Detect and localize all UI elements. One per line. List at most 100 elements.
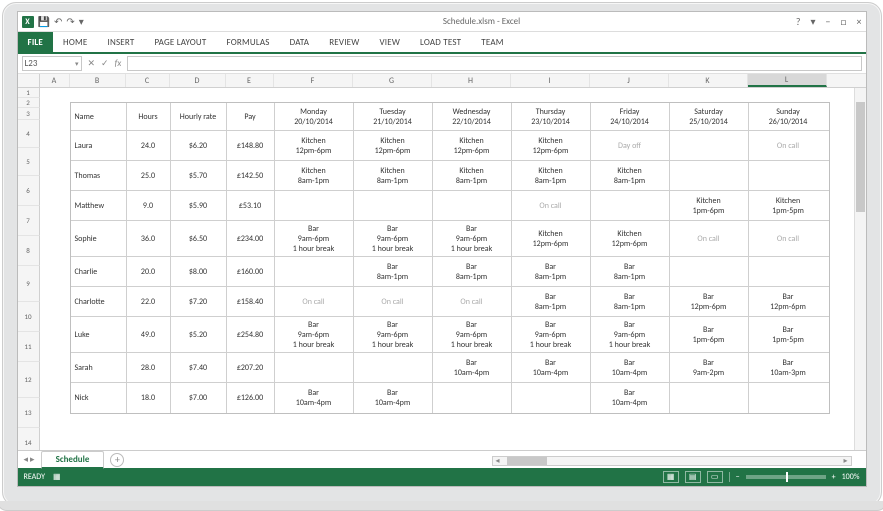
cell-shift[interactable]: Bar10am-4pm [512, 353, 591, 382]
cell-shift[interactable]: Bar8am-1pm [591, 287, 670, 316]
cell-pay[interactable]: £234.00 [227, 221, 275, 256]
cell-shift[interactable]: Bar9am-6pm1 hour break [433, 221, 512, 256]
zoom-slider[interactable] [746, 475, 826, 479]
header-pay[interactable]: Pay [227, 103, 275, 130]
row-header[interactable]: 11 [18, 332, 40, 362]
column-header-h[interactable]: H [432, 74, 511, 87]
tab-insert[interactable]: INSERT [98, 32, 145, 52]
cell-name[interactable]: Thomas [71, 161, 127, 190]
fx-cancel-icon[interactable]: ✕ [88, 58, 96, 69]
sheet-nav-next-icon[interactable]: ▸ [30, 454, 35, 465]
cell-shift[interactable]: On call [275, 287, 354, 316]
cell-hourly-rate[interactable]: $7.40 [171, 353, 227, 382]
cell-shift[interactable]: Bar9am-6pm1 hour break [275, 221, 354, 256]
cell-hours[interactable]: 22.0 [127, 287, 171, 316]
column-header-l[interactable]: L [748, 74, 827, 87]
cell-hourly-rate[interactable]: $5.90 [171, 191, 227, 220]
cell-shift[interactable] [670, 131, 749, 160]
tab-page-layout[interactable]: PAGE LAYOUT [145, 32, 217, 52]
cell-shift[interactable] [670, 257, 749, 286]
cell-shift[interactable]: Bar8am-1pm [354, 257, 433, 286]
tab-formulas[interactable]: FORMULAS [216, 32, 279, 52]
hscroll-thumb[interactable] [507, 457, 547, 465]
cell-hours[interactable]: 25.0 [127, 161, 171, 190]
cell-hourly-rate[interactable]: $7.20 [171, 287, 227, 316]
cell-name[interactable]: Matthew [71, 191, 127, 220]
row-header[interactable]: 4 [18, 120, 40, 148]
cell-hours[interactable]: 49.0 [127, 317, 171, 352]
horizontal-scrollbar[interactable]: ◂ ▸ [492, 456, 852, 466]
cell-shift[interactable] [275, 353, 354, 382]
zoom-out-button[interactable]: − [736, 472, 740, 482]
cell-shift[interactable]: On call [354, 287, 433, 316]
row-header[interactable]: 6 [18, 176, 40, 206]
minimize-button[interactable]: − [825, 15, 830, 28]
cell-shift[interactable] [275, 191, 354, 220]
cell-pay[interactable]: £158.40 [227, 287, 275, 316]
cell-shift[interactable]: Kitchen12pm-6pm [433, 131, 512, 160]
formula-bar[interactable] [127, 56, 861, 71]
cell-pay[interactable]: £207.20 [227, 353, 275, 382]
cell-shift[interactable]: Kitchen8am-1pm [433, 161, 512, 190]
cell-shift[interactable] [512, 383, 591, 413]
header-day[interactable]: Sunday26/10/2014 [749, 103, 828, 130]
row-header[interactable]: 5 [18, 148, 40, 176]
cell-pay[interactable]: £126.00 [227, 383, 275, 413]
column-header-j[interactable]: J [590, 74, 669, 87]
cell-pay[interactable]: £148.80 [227, 131, 275, 160]
cell-shift[interactable]: Bar10am-3pm [749, 353, 828, 382]
grid-body[interactable]: 1234567891011121314 NameHoursHourly rate… [18, 88, 866, 450]
cell-shift[interactable] [749, 161, 828, 190]
cell-shift[interactable]: Kitchen12pm-6pm [275, 131, 354, 160]
view-normal-icon[interactable]: ▦ [663, 471, 679, 483]
row-header[interactable]: 8 [18, 236, 40, 266]
row-header[interactable]: 12 [18, 362, 40, 398]
cell-hours[interactable]: 20.0 [127, 257, 171, 286]
header-hours[interactable]: Hours [127, 103, 171, 130]
cell-hourly-rate[interactable]: $8.00 [171, 257, 227, 286]
cell-shift[interactable]: On call [670, 221, 749, 256]
header-day[interactable]: Monday20/10/2014 [275, 103, 354, 130]
cell-shift[interactable]: Day off [591, 131, 670, 160]
column-header-k[interactable]: K [669, 74, 748, 87]
cell-name[interactable]: Sophie [71, 221, 127, 256]
header-day[interactable]: Thursday23/10/2014 [512, 103, 591, 130]
select-all-corner[interactable] [18, 74, 40, 87]
cell-hourly-rate[interactable]: $6.50 [171, 221, 227, 256]
cell-hours[interactable]: 9.0 [127, 191, 171, 220]
tab-load-test[interactable]: LOAD TEST [410, 32, 471, 52]
hscroll-right-icon[interactable]: ▸ [841, 456, 851, 466]
cell-shift[interactable]: Kitchen8am-1pm [591, 161, 670, 190]
row-header[interactable]: 10 [18, 302, 40, 332]
cell-shift[interactable]: Bar10am-4pm [354, 383, 433, 413]
sheet-tab-schedule[interactable]: Schedule [41, 451, 105, 469]
row-header[interactable]: 7 [18, 206, 40, 236]
name-box-dropdown-icon[interactable]: ▾ [75, 59, 79, 68]
fx-icon[interactable]: fx [115, 58, 122, 69]
cell-shift[interactable]: Bar9am-2pm [670, 353, 749, 382]
cell-shift[interactable]: On call [512, 191, 591, 220]
row-header[interactable]: 3 [18, 108, 40, 120]
collapse-ribbon-icon[interactable]: ▾ [810, 15, 815, 28]
cell-shift[interactable]: Kitchen12pm-6pm [591, 221, 670, 256]
cell-pay[interactable]: £254.80 [227, 317, 275, 352]
cell-shift[interactable] [670, 383, 749, 413]
cell-hours[interactable]: 24.0 [127, 131, 171, 160]
cell-shift[interactable] [749, 383, 828, 413]
cell-name[interactable]: Nick [71, 383, 127, 413]
cell-shift[interactable]: Bar1pm-6pm [670, 317, 749, 352]
tab-home[interactable]: HOME [53, 32, 97, 52]
cell-shift[interactable]: Kitchen1pm-6pm [670, 191, 749, 220]
cell-hourly-rate[interactable]: $5.20 [171, 317, 227, 352]
cell-shift[interactable]: Bar9am-6pm1 hour break [275, 317, 354, 352]
cell-shift[interactable]: Bar9am-6pm1 hour break [433, 317, 512, 352]
cell-name[interactable]: Laura [71, 131, 127, 160]
header-day[interactable]: Wednesday22/10/2014 [433, 103, 512, 130]
cell-shift[interactable]: Bar12pm-6pm [749, 287, 828, 316]
cell-shift[interactable]: Bar12pm-6pm [670, 287, 749, 316]
view-page-break-icon[interactable]: ▭ [707, 471, 723, 483]
zoom-in-button[interactable]: + [832, 472, 836, 482]
qat-redo-icon[interactable]: ↷ [66, 15, 74, 28]
cell-name[interactable]: Charlotte [71, 287, 127, 316]
cell-hours[interactable]: 28.0 [127, 353, 171, 382]
